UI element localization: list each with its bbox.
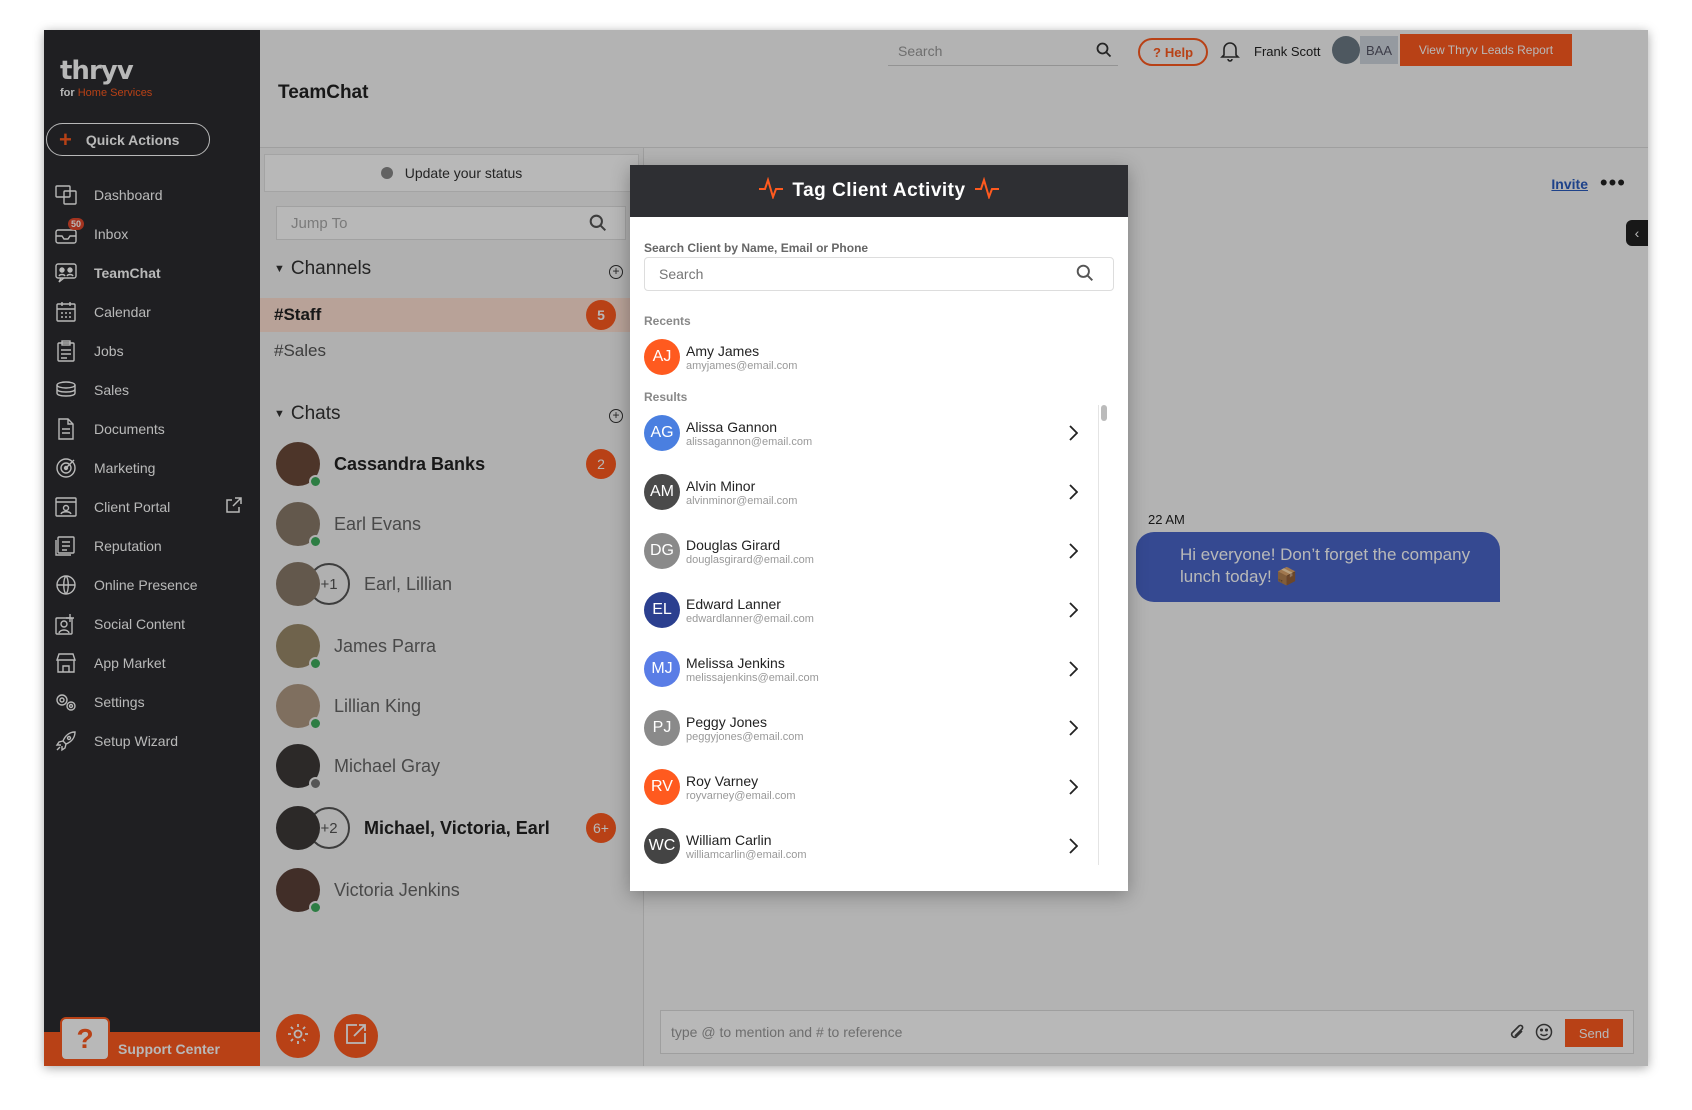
client-email: douglasgirard@email.com (686, 553, 814, 566)
client-avatar: EL (644, 592, 680, 628)
client-info: Amy James amyjames@email.com (686, 343, 797, 372)
result-client-item[interactable]: RV Roy Varney royvarney@email.com (644, 765, 1090, 809)
client-info: Douglas Girard douglasgirard@email.com (686, 537, 814, 566)
client-name: Douglas Girard (686, 536, 781, 553)
client-name: Melissa Jenkins (686, 654, 785, 671)
client-avatar: AM (644, 474, 680, 510)
client-name: Alvin Minor (686, 477, 756, 494)
results-label: Results (644, 390, 688, 404)
client-info: Roy Varney royvarney@email.com (686, 773, 796, 802)
client-avatar: MJ (644, 651, 680, 687)
client-email: alissagannon@email.com (686, 435, 813, 448)
result-client-item[interactable]: AG Alissa Gannon alissagannon@email.com (644, 411, 1090, 455)
client-info: Alissa Gannon alissagannon@email.com (686, 419, 812, 448)
search-icon (1076, 264, 1094, 287)
chevron-right-icon (1068, 779, 1079, 800)
client-email: williamcarlin@email.com (686, 848, 807, 861)
result-client-item[interactable]: AM Alvin Minor alvinminor@email.com (644, 470, 1090, 514)
result-client-item[interactable]: PJ Peggy Jones peggyjones@email.com (644, 706, 1090, 750)
chevron-right-icon (1068, 543, 1079, 564)
client-info: William Carlin williamcarlin@email.com (686, 832, 807, 861)
modal-title: Tag Client Activity (792, 180, 966, 201)
client-info: Alvin Minor alvinminor@email.com (686, 478, 797, 507)
client-email: amyjames@email.com (686, 359, 798, 372)
client-avatar: WC (644, 828, 680, 864)
client-email: peggyjones@email.com (686, 730, 804, 743)
client-info: Peggy Jones peggyjones@email.com (686, 714, 804, 743)
client-avatar: PJ (644, 710, 680, 746)
client-name: Amy James (686, 342, 760, 359)
chevron-right-icon (1068, 484, 1079, 505)
client-name: Alissa Gannon (686, 418, 778, 435)
client-avatar: RV (644, 769, 680, 805)
chevron-right-icon (1068, 661, 1079, 682)
result-client-item[interactable]: DG Douglas Girard douglasgirard@email.co… (644, 529, 1090, 573)
pulse-icon (750, 176, 792, 205)
result-client-item[interactable]: WC William Carlin williamcarlin@email.co… (644, 824, 1090, 868)
client-name: Roy Varney (686, 772, 759, 789)
client-email: melissajenkins@email.com (686, 671, 819, 684)
client-info: Edward Lanner edwardlanner@email.com (686, 596, 814, 625)
client-name: Peggy Jones (686, 713, 767, 730)
chevron-right-icon (1068, 838, 1079, 859)
client-avatar: AG (644, 415, 680, 451)
chevron-right-icon (1068, 720, 1079, 741)
client-avatar: DG (644, 533, 680, 569)
client-info: Melissa Jenkins melissajenkins@email.com (686, 655, 819, 684)
pulse-icon (966, 176, 1008, 205)
recent-client-item[interactable]: AJ Amy James amyjames@email.com (644, 335, 1090, 379)
modal-header: Tag Client Activity (630, 165, 1128, 217)
client-search-label: Search Client by Name, Email or Phone (644, 241, 869, 255)
client-name: William Carlin (686, 831, 772, 848)
client-search-input[interactable] (644, 257, 1114, 291)
recents-label: Recents (644, 314, 691, 328)
tag-client-activity-modal: Tag Client Activity Search Client by Nam… (630, 165, 1128, 891)
chevron-right-icon (1068, 425, 1079, 446)
results-scrollbar[interactable] (1098, 405, 1108, 865)
client-email: royvarney@email.com (686, 789, 796, 802)
scroll-thumb[interactable] (1101, 405, 1107, 421)
client-name: Edward Lanner (686, 595, 781, 612)
chevron-right-icon (1068, 602, 1079, 623)
result-client-item[interactable]: EL Edward Lanner edwardlanner@email.com (644, 588, 1090, 632)
client-email: edwardlanner@email.com (686, 612, 814, 625)
client-email: alvinminor@email.com (686, 494, 798, 507)
client-avatar: AJ (644, 339, 680, 375)
result-client-item[interactable]: MJ Melissa Jenkins melissajenkins@email.… (644, 647, 1090, 691)
